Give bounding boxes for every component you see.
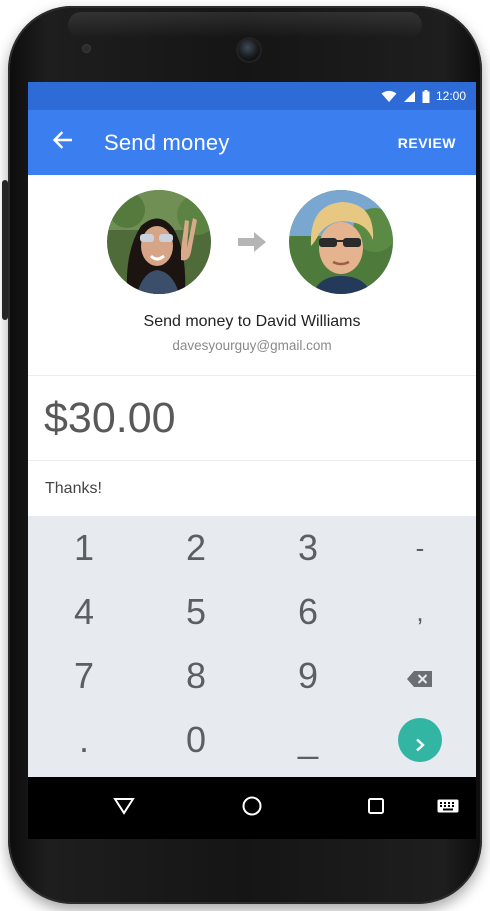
- key-minus[interactable]: -: [364, 516, 476, 580]
- app-screen: 12:00 Send money REVIEW Send money to Da…: [28, 82, 476, 777]
- status-time: 12:00: [435, 89, 466, 103]
- key-9[interactable]: 9: [252, 644, 364, 708]
- page-title: Send money: [104, 129, 230, 155]
- front-camera: [236, 37, 262, 63]
- signal-icon: [403, 90, 416, 103]
- phone-sheen: [68, 12, 422, 38]
- nav-back-button[interactable]: [108, 792, 140, 824]
- app-bar: Send money REVIEW: [28, 110, 476, 175]
- key-5[interactable]: 5: [140, 580, 252, 644]
- circle-home-icon: [241, 795, 263, 822]
- key-4[interactable]: 4: [28, 580, 140, 644]
- recipient-avatar: [289, 190, 393, 294]
- arrow-left-icon: [52, 131, 73, 154]
- key-2[interactable]: 2: [140, 516, 252, 580]
- chevron-right-icon: [414, 719, 426, 761]
- key-7[interactable]: 7: [28, 644, 140, 708]
- nav-keyboard-button[interactable]: [432, 792, 464, 824]
- key-decimal[interactable]: .: [28, 708, 140, 772]
- nav-recents-button[interactable]: [360, 792, 392, 824]
- key-space[interactable]: _: [252, 708, 364, 772]
- memo-field[interactable]: Thanks!: [28, 461, 476, 517]
- recipient-heading: Send money to David Williams: [143, 313, 361, 330]
- status-bar: 12:00: [28, 82, 476, 110]
- arrow-right-icon: [236, 229, 268, 255]
- review-button[interactable]: REVIEW: [398, 135, 456, 151]
- numeric-keypad: 1 2 3 - 4 5 6 , 7 8 9 . 0 _: [28, 516, 476, 777]
- key-8[interactable]: 8: [140, 644, 252, 708]
- nav-home-button[interactable]: [236, 792, 268, 824]
- key-3[interactable]: 3: [252, 516, 364, 580]
- wifi-icon: [381, 90, 397, 103]
- key-1[interactable]: 1: [28, 516, 140, 580]
- backspace-key[interactable]: [364, 644, 476, 708]
- sender-avatar: [107, 190, 211, 294]
- triangle-back-icon: [113, 797, 135, 820]
- back-button[interactable]: [42, 123, 82, 163]
- key-0[interactable]: 0: [140, 708, 252, 772]
- phone-side-button: [2, 180, 8, 320]
- keyboard-icon: [437, 799, 459, 818]
- battery-icon: [422, 89, 430, 103]
- key-6[interactable]: 6: [252, 580, 364, 644]
- backspace-icon: [406, 655, 434, 697]
- next-button-circle[interactable]: [398, 718, 442, 762]
- key-comma[interactable]: ,: [364, 580, 476, 644]
- amount-field[interactable]: $30.00: [28, 375, 476, 461]
- recipient-email: davesyourguy@gmail.com: [172, 338, 332, 353]
- recipient-section: Send money to David Williams davesyourgu…: [28, 175, 476, 375]
- square-recents-icon: [366, 796, 386, 821]
- system-nav-bar: [28, 777, 476, 839]
- next-button[interactable]: [364, 708, 476, 772]
- phone-sensor: [82, 44, 91, 53]
